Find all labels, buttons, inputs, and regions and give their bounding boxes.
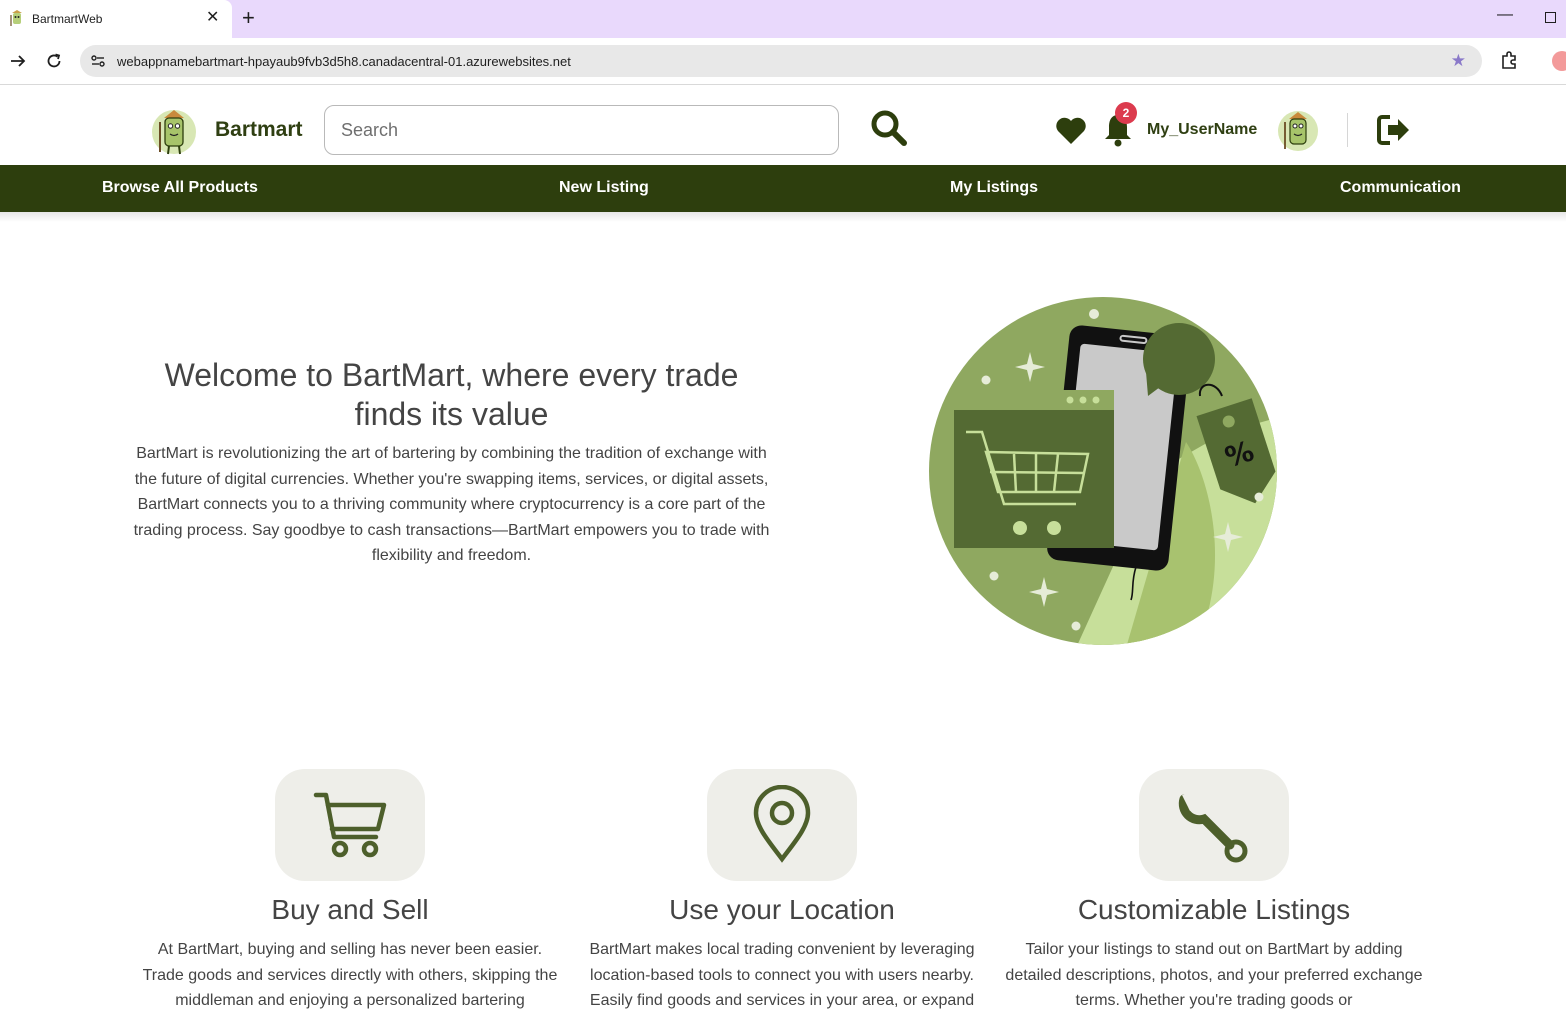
- address-bar-row: webappnamebartmart-hpayaub9fvb3d5h8.cana…: [0, 38, 1566, 85]
- buy-sell-icon-tile: [275, 769, 425, 881]
- url-text: webappnamebartmart-hpayaub9fvb3d5h8.cana…: [117, 54, 571, 69]
- user-avatar-icon[interactable]: [1277, 107, 1319, 153]
- new-tab-icon[interactable]: +: [242, 6, 255, 30]
- search-input[interactable]: [324, 105, 839, 155]
- nav-communication[interactable]: Communication: [1340, 179, 1461, 197]
- cart-icon: [313, 792, 387, 858]
- bartmart-favicon-icon: [10, 10, 22, 26]
- search-icon[interactable]: [870, 109, 908, 147]
- feature-text-listings: Tailor your listings to stand out on Bar…: [1005, 941, 1423, 1009]
- username-label[interactable]: My_UserName: [1147, 121, 1257, 139]
- site-header: Bartmart 2 My_UserName: [0, 85, 1566, 165]
- feature-title-buy-sell: Buy and Sell: [271, 894, 429, 925]
- url-omnibox[interactable]: webappnamebartmart-hpayaub9fvb3d5h8.cana…: [80, 45, 1482, 77]
- feature-title-location: Use your Location: [669, 894, 895, 925]
- nav-shadow: [0, 212, 1566, 222]
- site-info-icon[interactable]: [90, 53, 106, 69]
- bookmark-star-icon[interactable]: ★: [1451, 51, 1466, 71]
- profile-avatar-icon[interactable]: [1552, 51, 1566, 71]
- nav-new-listing[interactable]: New Listing: [559, 179, 649, 197]
- header-divider: [1347, 113, 1348, 147]
- extensions-puzzle-icon[interactable]: [1499, 50, 1519, 70]
- tab-title: BartmartWeb: [32, 12, 103, 26]
- forward-arrow-icon[interactable]: [8, 51, 28, 71]
- reload-icon[interactable]: [44, 51, 64, 71]
- location-icon-tile: [707, 769, 857, 881]
- hero-title: Welcome to BartMart, where every trade f…: [164, 357, 739, 432]
- bartmart-logo-icon[interactable]: [150, 104, 198, 156]
- feature-text-buy-sell: At BartMart, buying and selling has neve…: [142, 941, 558, 1009]
- feature-text-location: BartMart makes local trading convenient …: [589, 941, 975, 1009]
- nav-my-listings[interactable]: My Listings: [950, 179, 1038, 197]
- browser-tab[interactable]: BartmartWeb ✕: [0, 0, 232, 38]
- location-pin-icon: [753, 785, 811, 863]
- minimize-window-icon[interactable]: —: [1497, 6, 1513, 24]
- shopping-phone-illustration: %: [929, 297, 1277, 645]
- main-navigation: Browse All Products New Listing My Listi…: [0, 165, 1566, 212]
- customize-icon-tile: [1139, 769, 1289, 881]
- hero-description: BartMart is revolutionizing the art of b…: [133, 445, 770, 564]
- browser-tab-strip: BartmartWeb ✕ + —: [0, 0, 1566, 38]
- nav-browse-all-products[interactable]: Browse All Products: [102, 179, 258, 197]
- feature-title-listings: Customizable Listings: [1077, 894, 1351, 925]
- notification-count-badge: 2: [1115, 102, 1137, 124]
- wrench-icon: [1178, 793, 1248, 863]
- favorites-heart-icon[interactable]: [1054, 113, 1088, 147]
- brand-name[interactable]: Bartmart: [215, 118, 303, 142]
- close-tab-icon[interactable]: ✕: [206, 8, 219, 28]
- logout-icon[interactable]: [1376, 113, 1412, 147]
- maximize-window-icon[interactable]: [1545, 12, 1556, 23]
